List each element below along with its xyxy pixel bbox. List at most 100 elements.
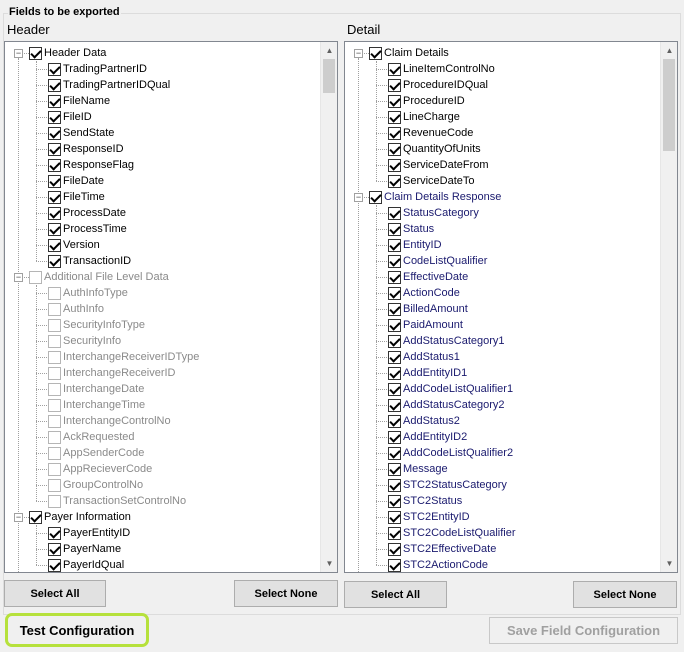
- field-checkbox[interactable]: [48, 239, 61, 252]
- tree-child-node[interactable]: AppRecieverCode: [5, 461, 315, 477]
- field-checkbox[interactable]: [388, 127, 401, 140]
- tree-child-node[interactable]: STC2CodeListQualifier: [345, 525, 655, 541]
- tree-child-node[interactable]: PayerIdQual: [5, 557, 315, 572]
- field-checkbox[interactable]: [388, 239, 401, 252]
- tree-child-node[interactable]: ProcessTime: [5, 221, 315, 237]
- node-checkbox[interactable]: [29, 511, 42, 524]
- tree-child-node[interactable]: TransactionID: [5, 253, 315, 269]
- field-checkbox[interactable]: [388, 143, 401, 156]
- field-checkbox[interactable]: [388, 511, 401, 524]
- save-field-configuration-button[interactable]: Save Field Configuration: [489, 617, 678, 644]
- tree-child-node[interactable]: FileID: [5, 109, 315, 125]
- tree-child-node[interactable]: AddCodeListQualifier1: [345, 381, 655, 397]
- tree-child-node[interactable]: PaidAmount: [345, 317, 655, 333]
- field-checkbox[interactable]: [48, 367, 61, 380]
- field-checkbox[interactable]: [48, 463, 61, 476]
- tree-child-node[interactable]: STC2Status: [345, 493, 655, 509]
- field-checkbox[interactable]: [48, 207, 61, 220]
- collapse-icon[interactable]: −: [354, 193, 363, 202]
- field-checkbox[interactable]: [388, 271, 401, 284]
- tree-child-node[interactable]: LineItemControlNo: [345, 61, 655, 77]
- tree-child-node[interactable]: InterchangeDate: [5, 381, 315, 397]
- detail-select-all-button[interactable]: Select All: [344, 581, 447, 608]
- tree-parent-node[interactable]: − Header Data: [5, 45, 315, 61]
- field-checkbox[interactable]: [388, 223, 401, 236]
- field-checkbox[interactable]: [48, 399, 61, 412]
- tree-child-node[interactable]: FileTime: [5, 189, 315, 205]
- field-checkbox[interactable]: [388, 175, 401, 188]
- field-checkbox[interactable]: [48, 255, 61, 268]
- field-checkbox[interactable]: [388, 367, 401, 380]
- tree-child-node[interactable]: StatusCategory: [345, 205, 655, 221]
- tree-child-node[interactable]: InterchangeReceiverID: [5, 365, 315, 381]
- field-checkbox[interactable]: [48, 63, 61, 76]
- tree-parent-node[interactable]: − Additional File Level Data: [5, 269, 315, 285]
- field-checkbox[interactable]: [388, 383, 401, 396]
- tree-child-node[interactable]: CodeListQualifier: [345, 253, 655, 269]
- field-checkbox[interactable]: [48, 543, 61, 556]
- field-checkbox[interactable]: [48, 559, 61, 572]
- tree-child-node[interactable]: EntityID: [345, 237, 655, 253]
- tree-child-node[interactable]: FileDate: [5, 173, 315, 189]
- field-checkbox[interactable]: [388, 255, 401, 268]
- tree-child-node[interactable]: InterchangeControlNo: [5, 413, 315, 429]
- scroll-thumb[interactable]: [323, 59, 335, 93]
- collapse-icon[interactable]: −: [14, 49, 23, 58]
- field-checkbox[interactable]: [48, 431, 61, 444]
- field-checkbox[interactable]: [48, 351, 61, 364]
- field-checkbox[interactable]: [48, 191, 61, 204]
- field-checkbox[interactable]: [388, 303, 401, 316]
- tree-child-node[interactable]: PayerName: [5, 541, 315, 557]
- tree-child-node[interactable]: AckRequested: [5, 429, 315, 445]
- scroll-thumb[interactable]: [663, 59, 675, 151]
- field-checkbox[interactable]: [48, 143, 61, 156]
- tree-child-node[interactable]: ServiceDateTo: [345, 173, 655, 189]
- field-checkbox[interactable]: [48, 447, 61, 460]
- tree-child-node[interactable]: Version: [5, 237, 315, 253]
- node-checkbox[interactable]: [369, 191, 382, 204]
- tree-parent-node[interactable]: − Claim Details Response: [345, 189, 655, 205]
- tree-child-node[interactable]: EffectiveDate: [345, 269, 655, 285]
- tree-child-node[interactable]: STC2ActionCode: [345, 557, 655, 572]
- field-checkbox[interactable]: [48, 495, 61, 508]
- field-checkbox[interactable]: [388, 463, 401, 476]
- node-checkbox[interactable]: [369, 47, 382, 60]
- field-checkbox[interactable]: [388, 447, 401, 460]
- field-checkbox[interactable]: [388, 399, 401, 412]
- tree-child-node[interactable]: Message: [345, 461, 655, 477]
- field-checkbox[interactable]: [388, 63, 401, 76]
- field-checkbox[interactable]: [48, 303, 61, 316]
- field-checkbox[interactable]: [48, 527, 61, 540]
- test-configuration-button[interactable]: Test Configuration: [10, 617, 144, 643]
- field-checkbox[interactable]: [48, 175, 61, 188]
- field-checkbox[interactable]: [388, 159, 401, 172]
- tree-child-node[interactable]: PayerEntityID: [5, 525, 315, 541]
- tree-child-node[interactable]: LineCharge: [345, 109, 655, 125]
- field-checkbox[interactable]: [48, 415, 61, 428]
- node-checkbox[interactable]: [29, 47, 42, 60]
- tree-child-node[interactable]: AddStatusCategory1: [345, 333, 655, 349]
- field-checkbox[interactable]: [48, 223, 61, 236]
- collapse-icon[interactable]: −: [354, 49, 363, 58]
- tree-parent-node[interactable]: − Payer Information: [5, 509, 315, 525]
- header-tree[interactable]: − Header Data TradingPartnerID TradingPartn…: [4, 41, 338, 573]
- tree-child-node[interactable]: BilledAmount: [345, 301, 655, 317]
- tree-child-node[interactable]: AddEntityID2: [345, 429, 655, 445]
- tree-child-node[interactable]: ActionCode: [345, 285, 655, 301]
- tree-child-node[interactable]: ResponseFlag: [5, 157, 315, 173]
- tree-child-node[interactable]: ProcedureIDQual: [345, 77, 655, 93]
- tree-child-node[interactable]: AddStatusCategory2: [345, 397, 655, 413]
- field-checkbox[interactable]: [388, 479, 401, 492]
- field-checkbox[interactable]: [48, 79, 61, 92]
- tree-child-node[interactable]: InterchangeReceiverIDType: [5, 349, 315, 365]
- field-checkbox[interactable]: [388, 319, 401, 332]
- field-checkbox[interactable]: [388, 95, 401, 108]
- header-tree-scrollbar[interactable]: ▲ ▼: [320, 42, 337, 572]
- tree-child-node[interactable]: TradingPartnerIDQual: [5, 77, 315, 93]
- tree-child-node[interactable]: AuthInfoType: [5, 285, 315, 301]
- field-checkbox[interactable]: [48, 287, 61, 300]
- field-checkbox[interactable]: [48, 159, 61, 172]
- field-checkbox[interactable]: [48, 127, 61, 140]
- field-checkbox[interactable]: [388, 431, 401, 444]
- field-checkbox[interactable]: [48, 335, 61, 348]
